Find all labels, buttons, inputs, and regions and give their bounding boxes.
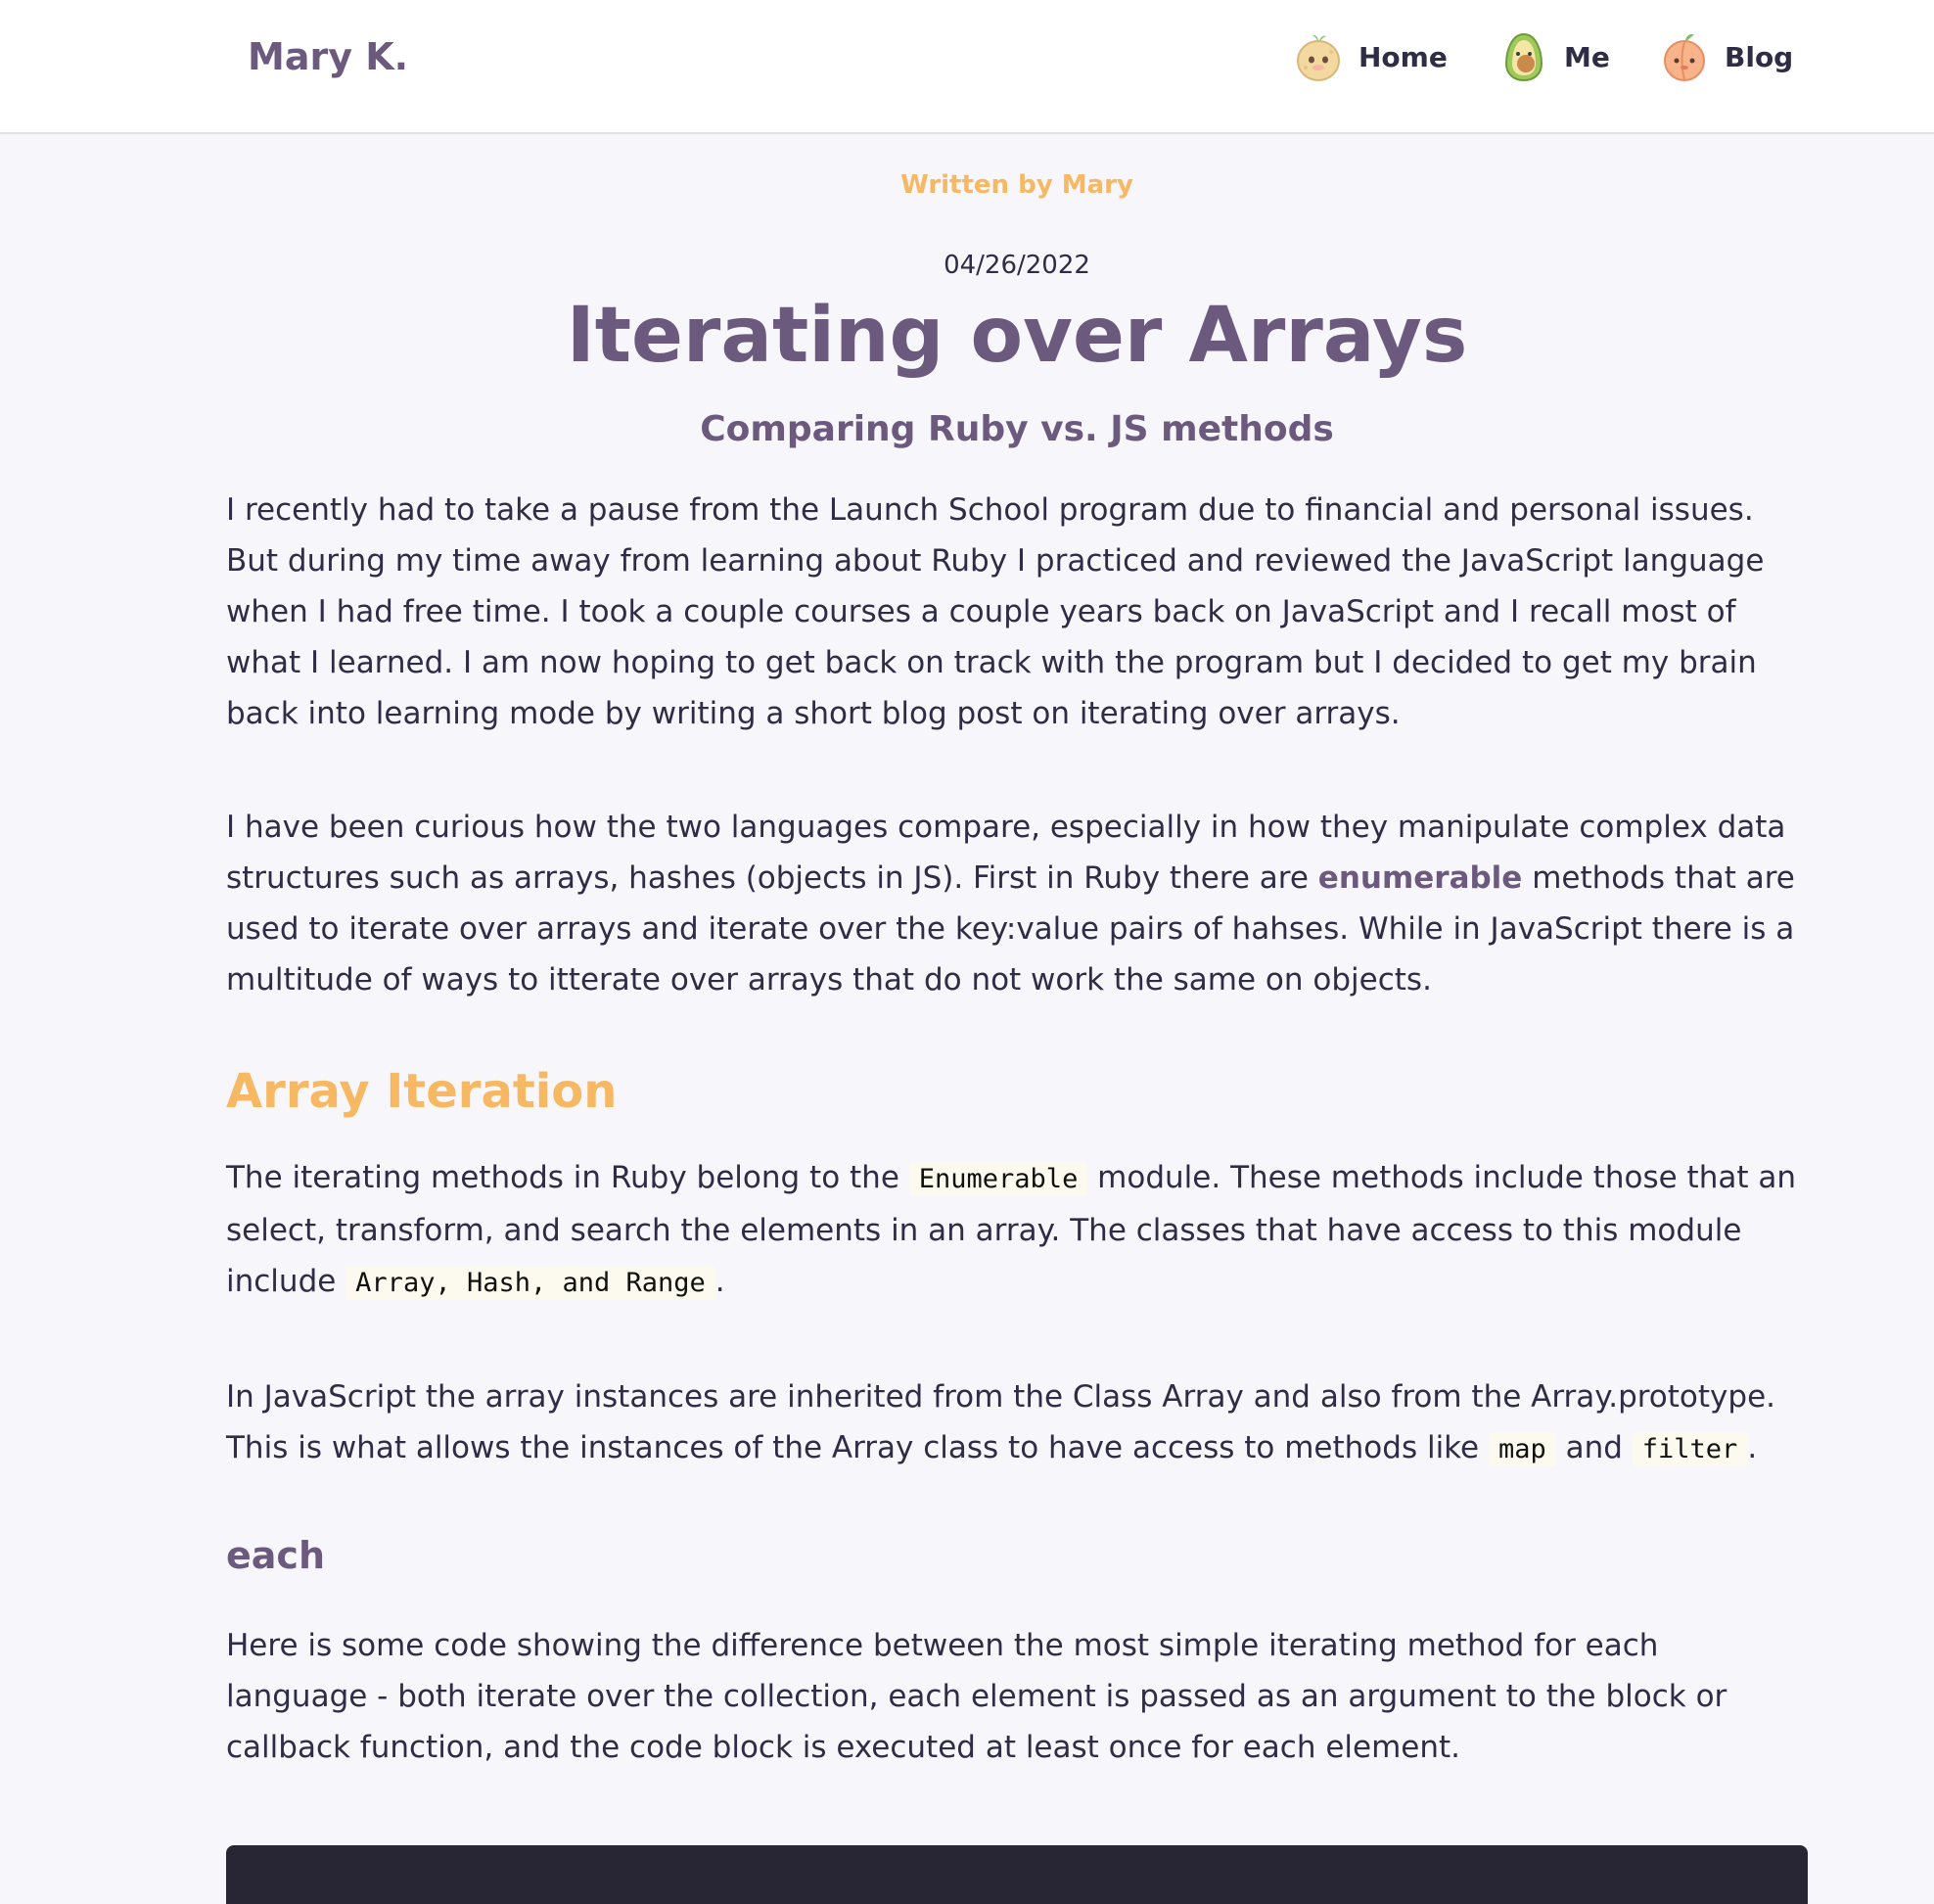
nav-label-home: Home: [1358, 40, 1448, 73]
post-date: 04/26/2022: [944, 251, 1090, 280]
navbar: Mary K. Home Me Blog: [0, 0, 1934, 134]
paragraph-js-text-3: .: [1747, 1430, 1758, 1465]
paragraph-js-prototype: In JavaScript the array instances are in…: [226, 1371, 1808, 1475]
nav-item-me[interactable]: Me: [1497, 28, 1610, 85]
nav-label-blog: Blog: [1725, 40, 1794, 73]
paragraph-intro: I recently had to take a pause from the …: [226, 492, 1765, 731]
nav-item-blog[interactable]: Blog: [1658, 28, 1793, 85]
author-byline: Written by Mary: [900, 170, 1133, 200]
brand-link[interactable]: Mary K.: [248, 31, 408, 82]
paragraph-js-text-2: and: [1555, 1430, 1633, 1465]
paragraph-ruby-enumerable: The iterating methods in Ruby belong to …: [226, 1152, 1808, 1309]
inline-code-filter: filter: [1632, 1432, 1748, 1466]
inline-code-enumerable: Enumerable: [908, 1162, 1088, 1196]
emphasis-enumerable: enumerable: [1317, 860, 1523, 896]
blog-article: Written by Mary 04/26/2022 Iterating ove…: [226, 134, 1808, 1904]
avocado-mascot-icon: [1497, 30, 1550, 83]
peach-mascot-icon: [1658, 30, 1711, 83]
paragraph-each-intro: Here is some code showing the difference…: [226, 1628, 1727, 1765]
nav-label-me: Me: [1564, 40, 1610, 73]
paragraph-ruby-text-1: The iterating methods in Ruby belong to …: [226, 1160, 909, 1195]
nav-item-home[interactable]: Home: [1292, 28, 1448, 85]
heading-array-iteration: Array Iteration: [226, 1064, 618, 1119]
post-title: Iterating over Arrays: [566, 292, 1468, 380]
potato-mascot-icon: [1292, 30, 1345, 83]
heading-each: each: [226, 1534, 325, 1577]
paragraph-ruby-text-3: .: [714, 1264, 725, 1299]
inline-code-classes: Array, Hash, and Range: [345, 1266, 715, 1300]
inline-code-map: map: [1488, 1432, 1556, 1466]
code-block: [226, 1845, 1808, 1904]
post-subtitle: Comparing Ruby vs. JS methods: [700, 409, 1334, 449]
paragraph-comparison: I have been curious how the two language…: [226, 802, 1808, 1005]
